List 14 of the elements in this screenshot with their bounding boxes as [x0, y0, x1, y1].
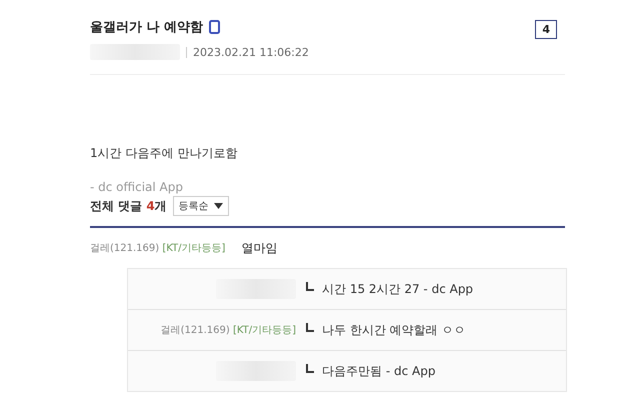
post-signature: - dc official App: [90, 180, 184, 194]
comment-count-badge: 4: [535, 20, 557, 39]
caret-icon: [214, 203, 223, 209]
reply-text: 다음주만됨 - dc App: [322, 362, 436, 380]
reply-text: 시간 15 2시간 27 - dc App: [322, 280, 474, 298]
comment-author: 걸레(121.169) [KT/기타등등]: [90, 242, 226, 255]
post-body: 1시간 다음주에 만나기로함: [90, 145, 238, 162]
post-date: 2023.02.21 11:06:22: [193, 46, 309, 58]
reply-text: 나두 한시간 예약할래 ㅇㅇ: [322, 322, 466, 338]
comment-text: 열마임: [241, 240, 278, 256]
comments-label: 전체 댓글 4개: [90, 198, 167, 214]
sort-dropdown[interactable]: 등록순: [172, 196, 229, 216]
post-title: 울갤러가 나 예약함: [90, 19, 204, 36]
reply-author: 걸레(121.169) [KT/기타등등]: [160, 324, 296, 337]
